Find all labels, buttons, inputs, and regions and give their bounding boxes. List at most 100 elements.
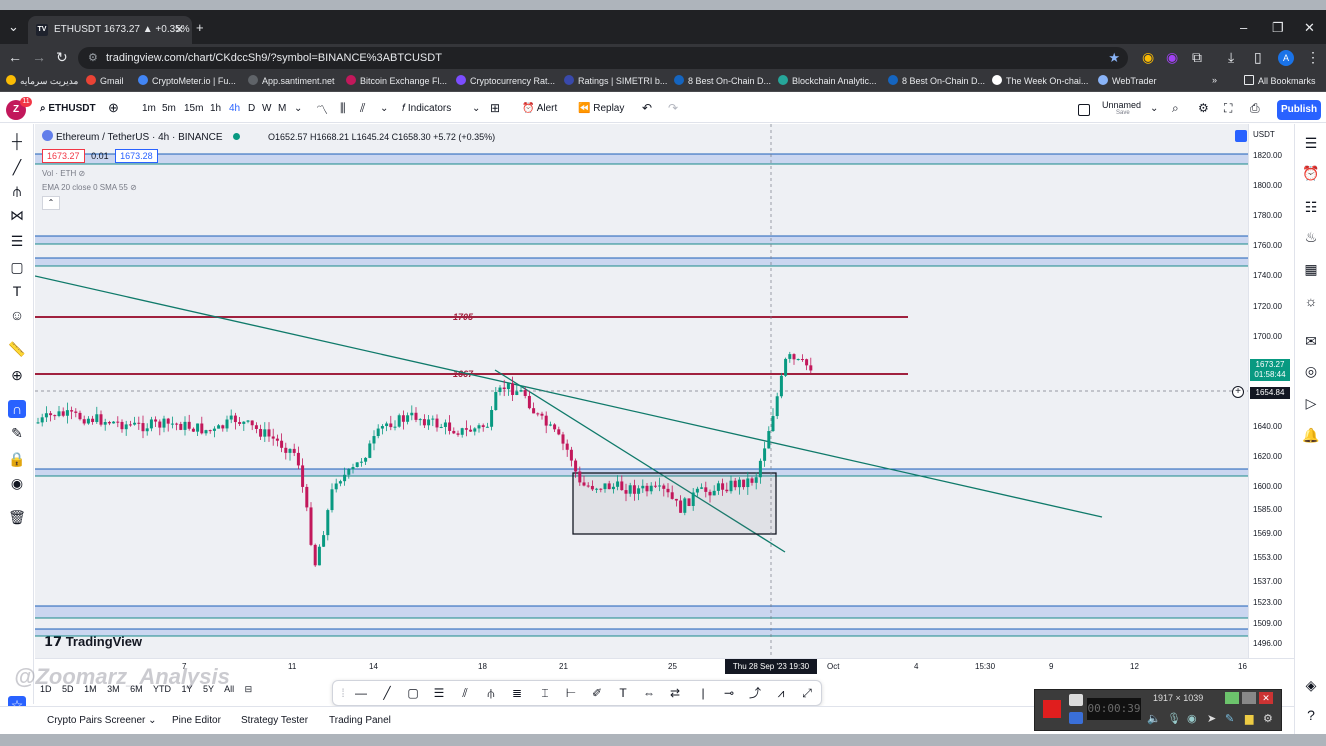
volume-indicator-label[interactable]: Vol · ETH ⊘ [42,169,240,178]
all-bookmarks-button[interactable]: All Bookmarks [1244,75,1316,86]
chat-icon[interactable]: ✉ [1302,332,1320,350]
bookmark-item[interactable]: مدیریت سرمایه [6,75,78,87]
settings-gear-icon[interactable]: ⚙ [1198,101,1209,115]
back-icon[interactable]: ← [8,49,22,65]
date-range-icon[interactable]: ⊢ [563,685,579,701]
interval-1m[interactable]: 1m [142,103,156,114]
chart-type-dropdown-icon[interactable]: ⌄ [380,103,388,114]
brush-icon[interactable]: ✐ [589,685,605,701]
extension-icon[interactable]: ◉ [1142,49,1154,66]
rectangle-icon[interactable]: ▢ [405,685,421,701]
bookmark-item[interactable]: 8 Best On-Chain D... [674,75,771,86]
polyline-icon[interactable]: ⩘ [773,685,789,701]
webcam-toggle-icon[interactable]: ◉ [1187,712,1197,725]
indicators-dropdown-icon[interactable]: ⌄ [472,103,480,114]
interval-dropdown-icon[interactable]: ⌄ [294,103,302,114]
trend-line-icon[interactable]: ╱ [8,158,26,176]
notification-bell-icon[interactable]: 🔔 [1302,426,1320,444]
collapse-legend-icon[interactable]: ⌃ [42,196,60,210]
more-bookmarks-button[interactable]: » [1212,75,1217,85]
indicators-button[interactable]: 𝑓 Indicators [402,103,451,114]
ema-indicator-label[interactable]: EMA 20 close 0 SMA 55 ⊘ [42,183,240,192]
rec-window-icon[interactable] [1225,692,1239,704]
data-window-icon[interactable]: ☷ [1302,198,1320,216]
bookmark-item[interactable]: App.santiment.net [248,75,335,86]
new-tab-button[interactable]: + [196,20,204,35]
play-icon[interactable]: ▷ [1302,394,1320,412]
calendar-icon[interactable]: ▦ [1302,260,1320,278]
bookmark-item[interactable]: CryptoMeter.io | Fu... [138,75,236,86]
info-line-icon[interactable]: ⤢ [799,685,815,701]
path-icon[interactable]: ⤴ [747,685,763,701]
redo-icon[interactable]: ↷ [668,101,678,115]
interval-5m[interactable]: 5m [162,103,176,114]
rectangle-icon[interactable]: ▢ [8,258,26,276]
drag-handle-icon[interactable]: ⁞ [335,685,351,701]
fib-retracement-icon[interactable]: ≣ [509,685,525,701]
range-1d[interactable]: 1D [40,684,52,694]
profile-avatar[interactable]: A [1278,50,1294,66]
compare-add-icon[interactable]: ⊕ [108,100,119,116]
tradingview-logo[interactable]: 𝟭𝟳 TradingView [44,634,142,650]
layout-checkbox-icon[interactable] [1078,104,1090,116]
forward-icon[interactable]: → [32,49,46,65]
speaker-icon[interactable]: 🔈 [1147,712,1161,725]
long-position-icon[interactable]: ⇔ [641,685,657,701]
draw-pen-icon[interactable]: ✎ [1225,712,1234,725]
hidden-eye-icon[interactable]: ⊘ [78,169,85,178]
vertical-line-icon[interactable]: | [695,685,711,701]
hidden-eye-icon[interactable]: ⊘ [130,183,137,192]
replay-button[interactable]: ⏪ Replay [578,103,624,114]
rec-minimize-icon[interactable] [1242,692,1256,704]
symbol-title[interactable]: Ethereum / TetherUS · 4h · BINANCE [42,130,240,143]
cursor-icon[interactable]: ➤ [1207,712,1216,725]
camera-snapshot-icon[interactable]: ⎙ [1250,101,1260,116]
interval-w[interactable]: W [262,103,271,114]
bookmark-star-icon[interactable]: ★ [1108,47,1120,69]
layout-name-button[interactable]: Unnamed [1102,100,1141,110]
bookmark-item[interactable]: Bitcoin Exchange Fl... [346,75,447,86]
site-info-icon[interactable]: ⚙ [88,47,98,69]
fib-icon[interactable]: ☰ [8,232,26,250]
pitchfork-icon[interactable]: ⫛ [8,182,26,200]
alerts-clock-icon[interactable]: ⏰ [1302,164,1320,182]
restore-icon[interactable]: ❐ [1272,20,1284,36]
eye-icon[interactable]: ◉ [8,474,26,492]
range-6m[interactable]: 6M [130,684,143,694]
trend-line-icon[interactable]: ╱ [379,685,395,701]
ray-icon[interactable]: ⊸ [721,685,737,701]
parallel-channel-icon[interactable]: ☰ [431,685,447,701]
interval-4h[interactable]: 4h [229,103,240,114]
pause-icon[interactable] [1069,712,1083,724]
microphone-icon[interactable]: 🎙 [1167,712,1181,725]
browser-tab[interactable]: TV ETHUSDT 1673.27 ▲ +0.35% U ✕ [28,16,192,44]
bookmark-item[interactable]: Gmail [86,75,124,86]
help-icon[interactable]: ? [1302,706,1320,724]
go-to-date-icon[interactable]: ⊟ [245,684,253,694]
bookmark-item[interactable]: 8 Best On-Chain D... [888,75,985,86]
trash-icon[interactable]: 🗑 [8,508,26,526]
bookmark-item[interactable]: WebTrader [1098,75,1157,86]
layers-icon[interactable]: ◈ [1302,676,1320,694]
quick-search-icon[interactable]: ⌕ [1172,101,1179,116]
magnet-icon[interactable]: ∩ [8,400,26,418]
extensions-puzzle-icon[interactable]: ⧉ [1192,49,1202,66]
interval-m[interactable]: M [278,103,286,114]
range-5y[interactable]: 5Y [203,684,214,694]
emoji-icon[interactable]: ☺ [8,306,26,324]
crosshair-icon[interactable]: ┼ [8,132,26,150]
interval-d[interactable]: D [248,103,255,114]
tab-trading-panel[interactable]: Trading Panel [329,715,391,726]
range-3m[interactable]: 3M [107,684,120,694]
publish-button[interactable]: Publish [1277,100,1321,120]
sidepanel-icon[interactable]: ▯ [1254,49,1262,66]
pattern-icon[interactable]: ⋈ [8,206,26,224]
minimize-icon[interactable]: – [1240,20,1247,35]
reload-icon[interactable]: ↻ [56,49,68,66]
range-1m[interactable]: 1M [84,684,97,694]
range-ytd[interactable]: YTD [153,684,171,694]
close-window-icon[interactable]: ✕ [1304,20,1315,36]
candles-chart-type-icon[interactable]: ⫼ [340,101,346,116]
download-icon[interactable]: ⤓ [1228,49,1234,66]
text-tool-icon[interactable]: T [8,282,26,300]
